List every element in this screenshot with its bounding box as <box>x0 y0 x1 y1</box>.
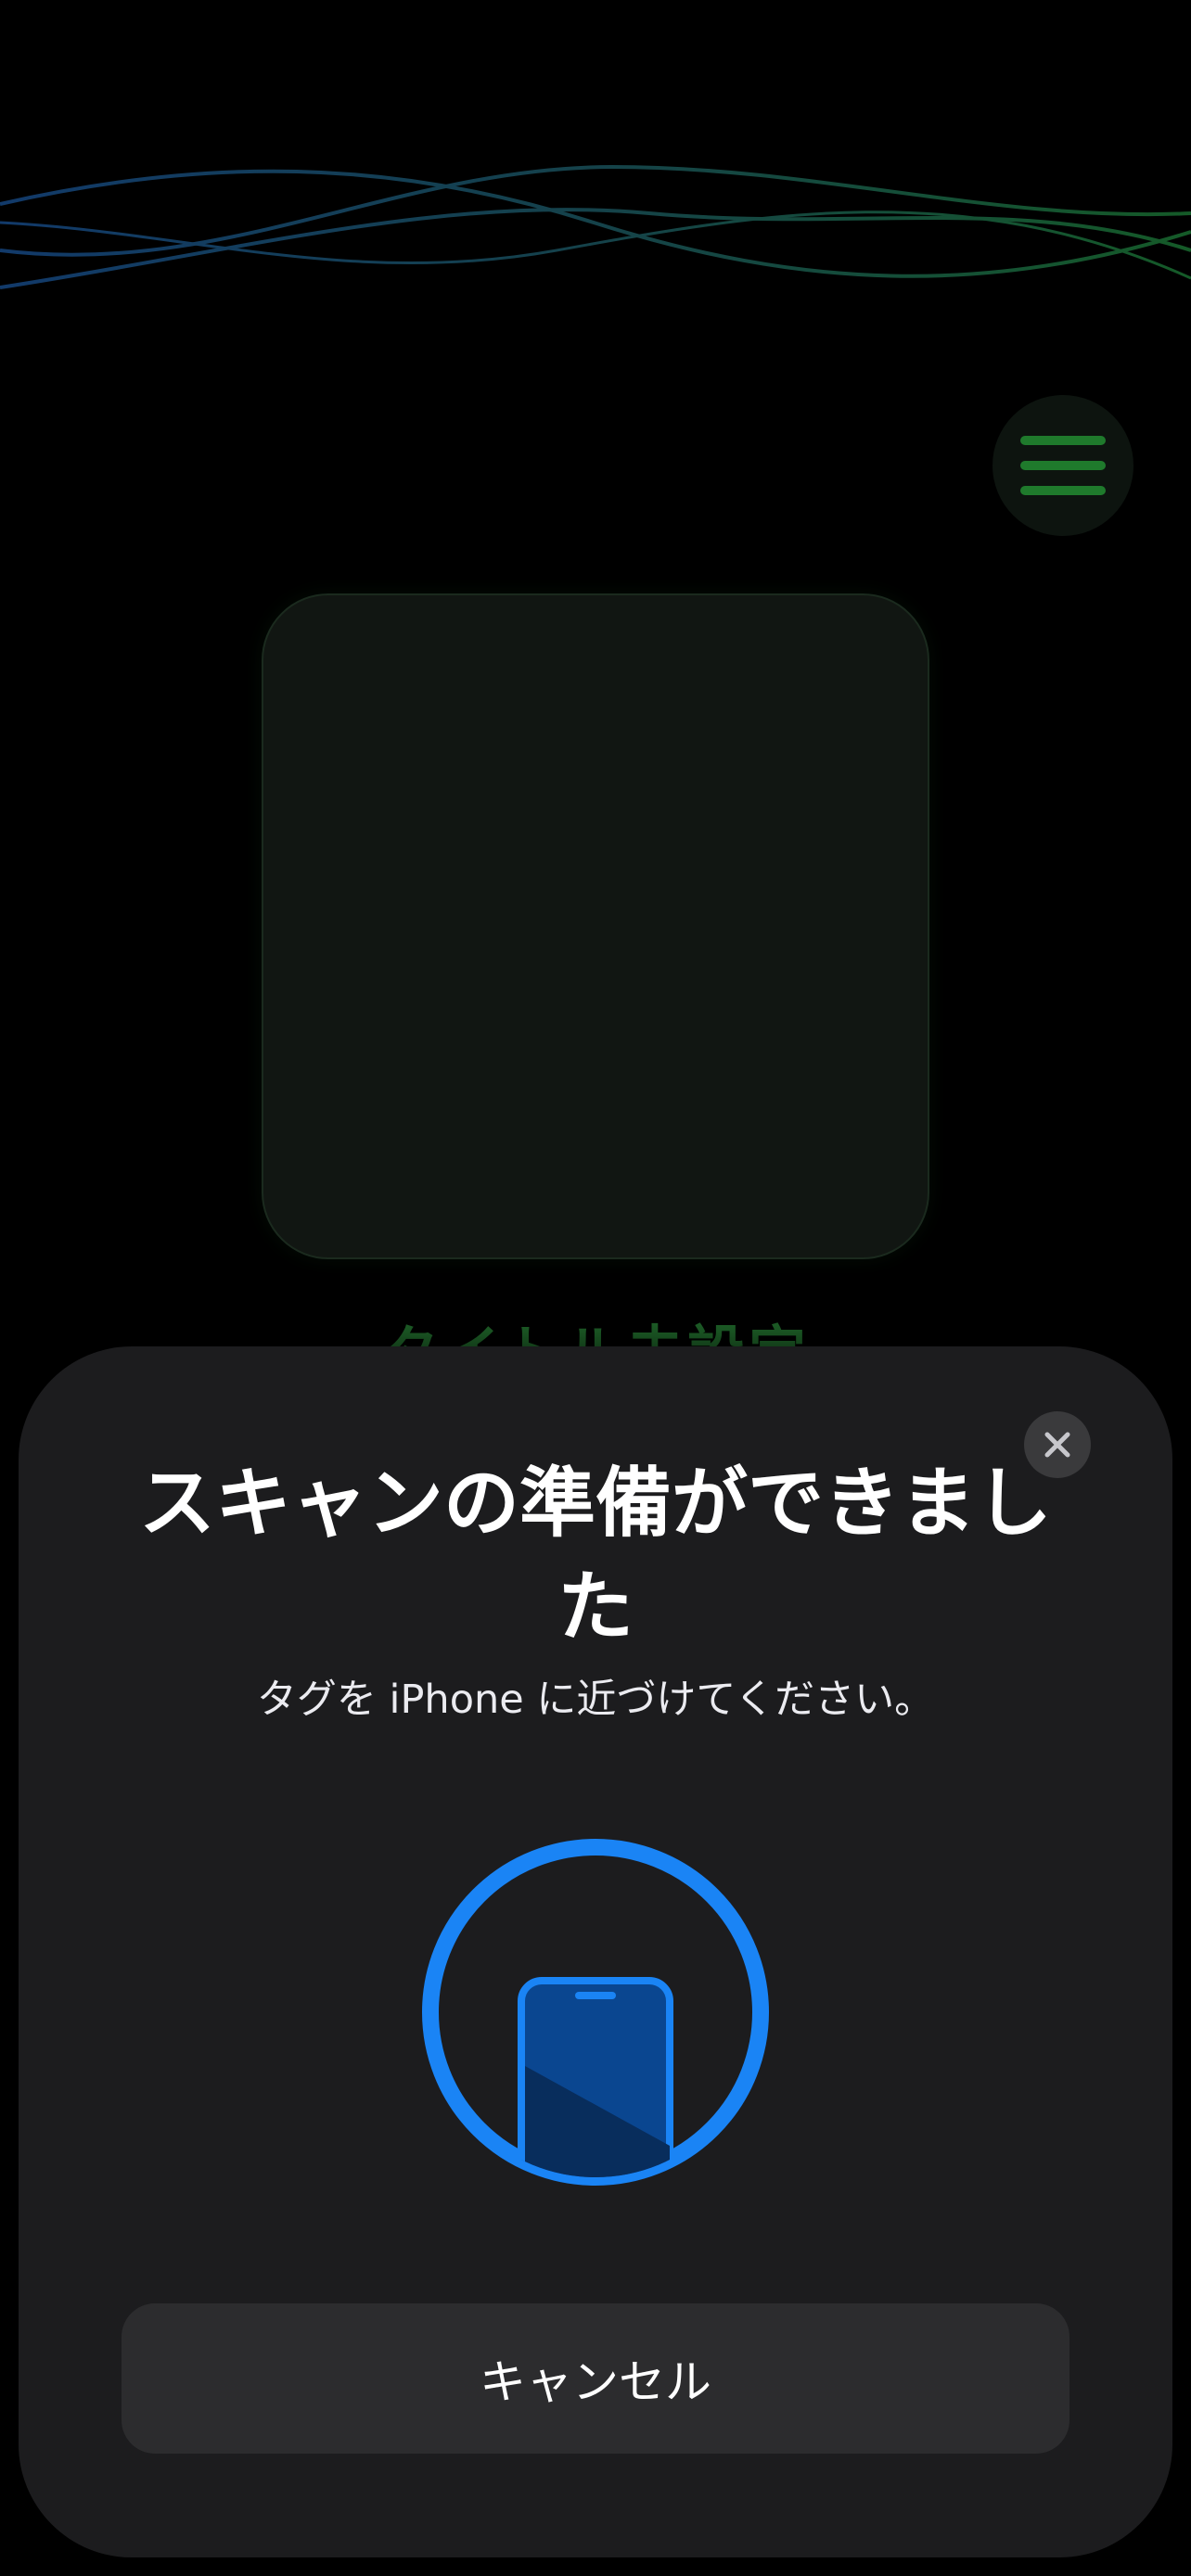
cancel-button[interactable]: キャンセル <box>122 2303 1069 2454</box>
artwork-placeholder <box>262 593 929 1259</box>
sheet-title: スキャンの準備ができました <box>139 1460 1053 1651</box>
menu-button[interactable] <box>992 395 1133 536</box>
sheet-subtitle: タグを iPhone に近づけてください。 <box>256 1677 935 1723</box>
decorative-wave-lines <box>0 164 1191 289</box>
iphone-scan-icon <box>422 1839 769 2186</box>
hamburger-menu-icon <box>1020 432 1106 499</box>
